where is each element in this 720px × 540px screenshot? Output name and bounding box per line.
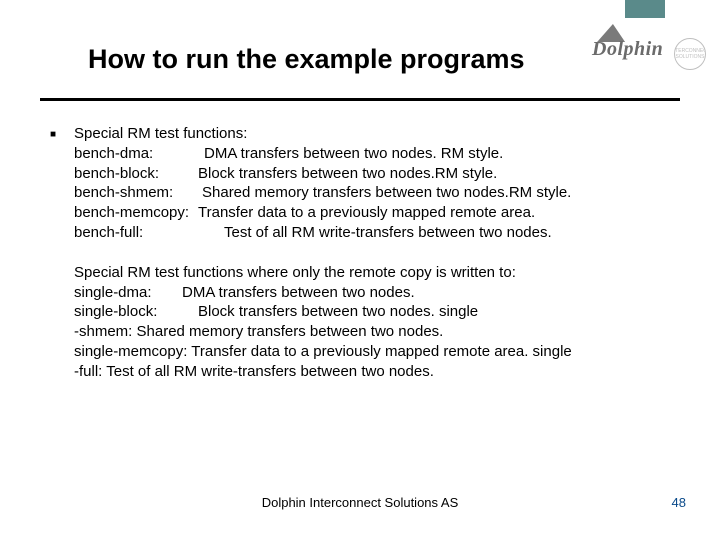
fn-desc: Test of all RM write-transfers between t… xyxy=(224,224,552,241)
fn-line: -full: Test of all RM write-transfers be… xyxy=(74,362,680,382)
footer-org: Dolphin Interconnect Solutions AS xyxy=(0,495,720,510)
fn-desc: Block transfers between two nodes.RM sty… xyxy=(198,165,497,182)
fn-desc: DMA transfers between two nodes. RM styl… xyxy=(204,145,503,162)
fn-name: single-block: xyxy=(74,302,198,322)
brand-name: Dolphin xyxy=(592,38,663,61)
brand-logo: Dolphin INTERCONNECT SOLUTIONS xyxy=(592,24,702,64)
fn-name: bench-memcopy: xyxy=(74,203,198,223)
fn-line: -shmem: Shared memory transfers between … xyxy=(74,322,680,342)
fn-name: bench-block: xyxy=(74,164,198,184)
title-rule xyxy=(40,98,680,101)
section2: Special RM test functions where only the… xyxy=(74,263,680,382)
fn-name: bench-full: xyxy=(74,223,224,243)
brand-badge: INTERCONNECT SOLUTIONS xyxy=(674,38,706,70)
fn-desc: Transfer data to a previously mapped rem… xyxy=(198,204,535,221)
fn-desc: Block transfers between two nodes. singl… xyxy=(198,303,478,320)
fn-name: bench-shmem: xyxy=(74,183,202,203)
section2-heading: Special RM test functions where only the… xyxy=(74,263,680,283)
corner-band xyxy=(625,0,665,18)
fn-desc: Shared memory transfers between two node… xyxy=(202,184,571,201)
bullet-item: ■ Special RM test functions: bench-dma:D… xyxy=(50,124,680,243)
fn-name: single-dma: xyxy=(74,283,182,303)
fn-name: bench-dma: xyxy=(74,144,204,164)
page-title: How to run the example programs xyxy=(88,44,525,75)
section1-heading: Special RM test functions: xyxy=(74,124,680,144)
fn-line: single-memcopy: Transfer data to a previ… xyxy=(74,342,680,362)
square-bullet-icon: ■ xyxy=(50,124,74,243)
fn-desc: DMA transfers between two nodes. xyxy=(182,284,415,301)
page-number: 48 xyxy=(672,495,686,510)
body-content: ■ Special RM test functions: bench-dma:D… xyxy=(50,124,680,382)
